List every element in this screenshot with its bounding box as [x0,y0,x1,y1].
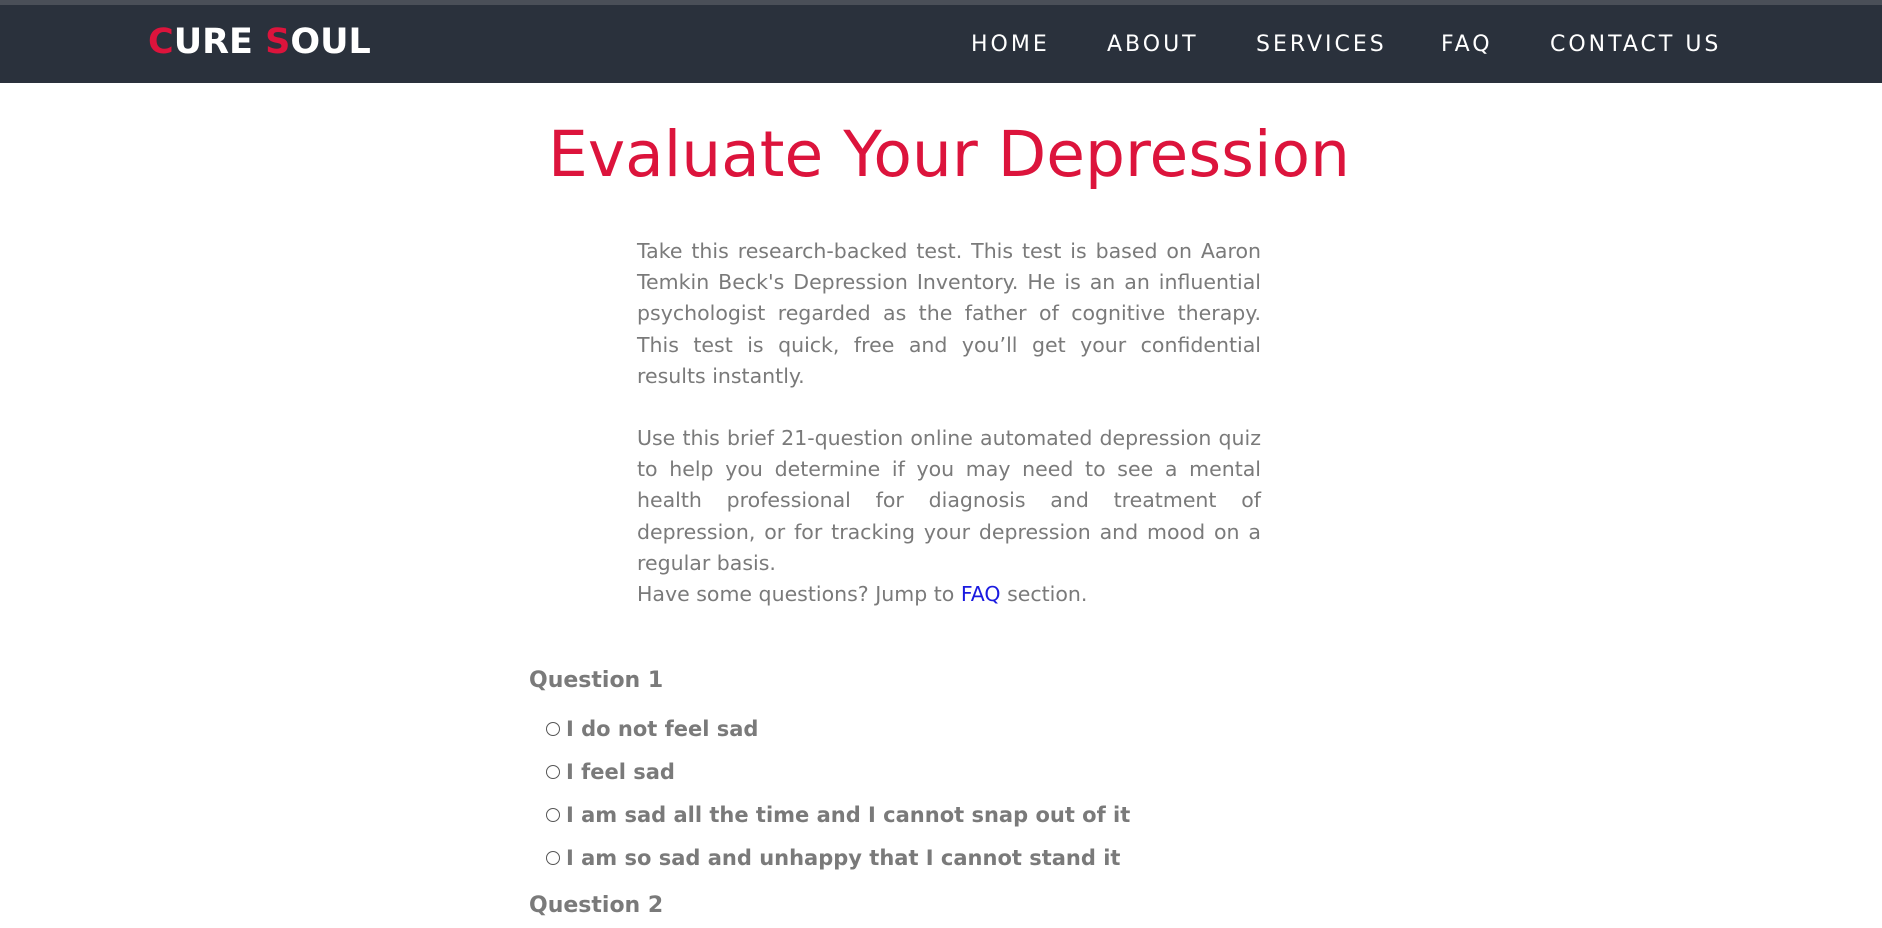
nav-about[interactable]: ABOUT [1107,32,1199,57]
radio-button[interactable] [546,851,560,865]
faq-jump-line: Have some questions? Jump to FAQ section… [637,579,1261,610]
faq-suffix: section. [1000,582,1088,607]
question-1-option-2[interactable]: I feel sad [546,757,675,787]
question-2-label: Question 2 [529,893,664,918]
option-text: I am so sad and unhappy that I cannot st… [566,846,1121,870]
radio-button[interactable] [546,765,560,779]
option-text: I am sad all the time and I cannot snap … [566,803,1131,827]
radio-button[interactable] [546,722,560,736]
nav-contact-us[interactable]: CONTACT US [1550,32,1721,57]
intro-text: Take this research-backed test. This tes… [637,236,1261,610]
question-1-option-3[interactable]: I am sad all the time and I cannot snap … [546,800,1130,830]
faq-prefix: Have some questions? Jump to [637,582,961,607]
question-1-option-4[interactable]: I am so sad and unhappy that I cannot st… [546,843,1120,873]
page-title: Evaluate Your Depression [548,118,1350,191]
radio-button[interactable] [546,808,560,822]
question-1-option-1[interactable]: I do not feel sad [546,714,758,744]
top-navbar: CURE SOUL HOME ABOUT SERVICES FAQ CONTAC… [0,5,1882,83]
nav-home[interactable]: HOME [971,32,1050,57]
nav-services[interactable]: SERVICES [1256,32,1387,57]
option-text: I feel sad [566,760,675,784]
intro-paragraph-1: Take this research-backed test. This tes… [637,239,1261,388]
faq-link[interactable]: FAQ [961,582,1001,606]
question-1-label: Question 1 [529,668,664,693]
option-text: I do not feel sad [566,717,759,741]
intro-paragraph-2: Use this brief 21-question online automa… [637,426,1261,575]
nav-faq[interactable]: FAQ [1441,32,1493,57]
nav-menu: HOME ABOUT SERVICES FAQ CONTACT US [0,32,1882,72]
